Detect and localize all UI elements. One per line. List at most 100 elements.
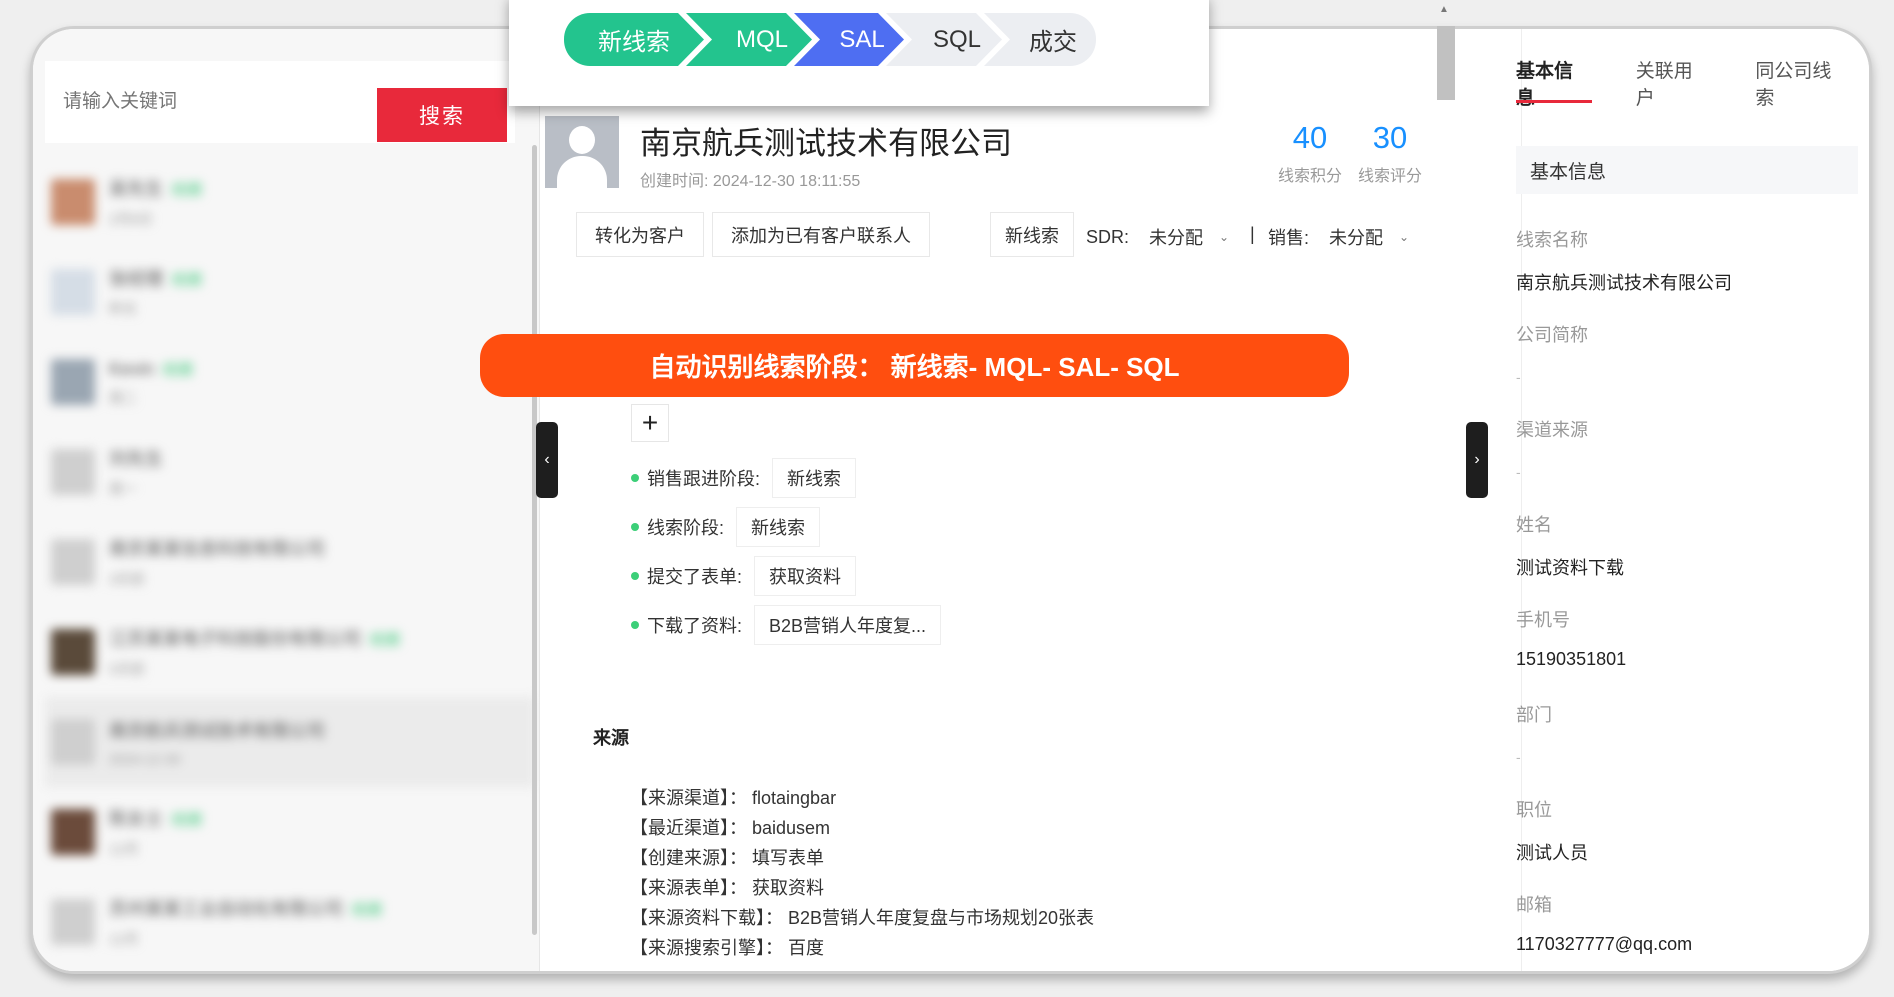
list-item-tag: 线索: [171, 182, 204, 199]
info-field-value: 1170327777@qq.com: [1516, 934, 1693, 954]
info-field-value: 测试人员: [1516, 843, 1588, 863]
info-field-value: 南京航兵测试技术有限公司: [1516, 273, 1732, 293]
list-item-sub: 周二: [109, 390, 137, 406]
info-field-label: 邮箱: [1516, 895, 1552, 915]
list-item-sub: 周一: [109, 481, 137, 497]
sdr-assign[interactable]: SDR: 未分配 ⌄: [1086, 224, 1229, 250]
lead-field: 线索阶段: 新线索: [631, 507, 821, 547]
scroll-up-arrow-icon[interactable]: ▲: [1439, 4, 1449, 15]
bullet-dot: [631, 621, 639, 629]
avatar: [51, 269, 95, 315]
avatar: [51, 359, 95, 405]
info-field-value: -: [1516, 369, 1521, 385]
detail-scrollbar[interactable]: [1437, 26, 1455, 100]
bullet-dot: [631, 572, 639, 580]
list-item[interactable]: 吴先生 线索 2月8日: [45, 157, 535, 247]
list-item[interactable]: 陈女士 线索 12月: [45, 787, 535, 877]
list-item[interactable]: 刘先生 周一: [45, 427, 535, 517]
list-item-tag: 线索: [351, 902, 384, 919]
add-as-contact-button[interactable]: 添加为已有客户联系人: [712, 212, 930, 257]
list-item-sub: 12月: [109, 931, 139, 947]
list-item[interactable]: 江苏某某电子科技股份有限公司 线索 5天前: [45, 607, 535, 697]
tab-1[interactable]: 关联用户: [1636, 56, 1712, 110]
stage-pipeline-card: 新线索 MQL SAL SQL 成交: [509, 0, 1209, 106]
company-avatar: [545, 116, 619, 188]
lead-rating-value: 30: [1372, 120, 1408, 155]
tab-2[interactable]: 同公司线索: [1755, 56, 1850, 110]
sales-label: 销售:: [1268, 228, 1310, 248]
collapse-right-chevron-icon[interactable]: ›: [1466, 422, 1488, 498]
avatar: [51, 809, 95, 855]
bullet-dot: [631, 523, 639, 531]
lead-field-label: 销售跟进阶段:: [647, 469, 761, 489]
lead-rating: 30 线索评分: [1358, 120, 1422, 186]
stage-step[interactable]: 新线索: [564, 13, 704, 66]
search-bar: 搜索: [45, 61, 515, 143]
info-field-label: 职位: [1516, 800, 1552, 820]
list-item[interactable]: 张经理 线索昨天: [45, 247, 535, 337]
chevron-down-icon: ⌄: [1219, 230, 1230, 244]
info-field-value: 15190351801: [1516, 649, 1627, 669]
convert-to-customer-button[interactable]: 转化为客户: [576, 212, 704, 257]
sdr-label: SDR:: [1086, 226, 1130, 247]
lead-field-tag[interactable]: 获取资料: [754, 556, 857, 596]
lead-field-label: 线索阶段:: [647, 518, 725, 538]
info-field-label: 渠道来源: [1516, 420, 1588, 440]
info-field-value: -: [1516, 749, 1521, 765]
list-item-name: Kevin: [109, 359, 155, 379]
sales-value: 未分配: [1329, 228, 1384, 248]
add-tag-button[interactable]: +: [631, 404, 669, 442]
source-line: 【来源资料下载】： B2B营销人年度复盘与市场规划20张表: [630, 908, 1095, 928]
lead-field: 提交了表单: 获取资料: [631, 556, 857, 596]
list-item-tag: 线索: [171, 812, 204, 829]
list-item-name: 张经理: [109, 269, 163, 289]
info-field-label: 线索名称: [1516, 230, 1588, 250]
active-tab-indicator: [1516, 100, 1592, 103]
action-buttons: 转化为客户 添加为已有客户联系人: [576, 212, 930, 257]
lead-field: 销售跟进阶段: 新线索: [631, 458, 857, 498]
list-item-tag: 线索: [171, 272, 204, 289]
lead-points-value: 40: [1292, 120, 1328, 155]
source-line: 【来源搜索引擎】： 百度: [630, 938, 824, 958]
left-scrollbar[interactable]: [532, 145, 537, 935]
stage-step[interactable]: MQL: [686, 13, 812, 66]
lead-field: 下载了资料: B2B营销人年度复...: [631, 605, 942, 645]
list-item-name: 南京某某信息科技有限公司: [109, 539, 325, 559]
list-item-sub: 2月8日: [109, 211, 153, 227]
avatar: [51, 719, 95, 765]
list-item-sub: 12月: [109, 841, 139, 857]
info-field-value: 测试资料下载: [1516, 558, 1624, 578]
lead-field-tag[interactable]: B2B营销人年度复...: [754, 605, 942, 645]
stage-pipeline: 新线索 MQL SAL SQL 成交: [564, 13, 1096, 66]
collapse-left-chevron-icon[interactable]: ‹: [536, 422, 558, 498]
stage-badge[interactable]: 新线索: [990, 212, 1074, 257]
list-item-tag: 线索: [162, 362, 195, 379]
lead-field-tag[interactable]: 新线索: [736, 507, 821, 547]
list-item[interactable]: 南京航兵测试技术有限公司 2024-12-30: [45, 697, 535, 787]
lead-field-tag[interactable]: 新线索: [772, 458, 857, 498]
divider: |: [1250, 224, 1255, 244]
list-item[interactable]: 南京某某信息科技有限公司 3天前: [45, 517, 535, 607]
list-item-sub: 3天前: [109, 571, 145, 587]
source-line: 【来源渠道】： flotaingbar: [630, 788, 837, 808]
search-input[interactable]: [45, 61, 365, 143]
list-item-sub: 2024-12-30: [109, 751, 181, 767]
lead-list: 吴先生 线索 2月8日 张经理 线索 昨天 Kevin 线索 周二 刘先生 周一 南京某某信息科技有限…: [45, 157, 535, 967]
lead-field-label: 下载了资料:: [647, 616, 743, 636]
info-field-label: 姓名: [1516, 515, 1552, 535]
avatar: [51, 449, 95, 495]
source-title: 来源: [593, 728, 629, 748]
list-item[interactable]: Kevin 线索周二: [45, 337, 535, 427]
list-item-name: 吴先生: [109, 179, 163, 199]
list-item-name: 苏州某某工业自动化有限公司: [109, 899, 343, 919]
list-item-sub: 5天前: [109, 661, 145, 677]
sales-assign[interactable]: 销售: 未分配 ⌄: [1268, 224, 1409, 250]
avatar: [51, 179, 95, 225]
sdr-value: 未分配: [1149, 228, 1204, 248]
info-field-label: 公司简称: [1516, 325, 1588, 345]
search-button[interactable]: 搜索: [377, 88, 507, 142]
created-time: 创建时间: 2024-12-30 18:11:55: [640, 173, 861, 190]
list-item[interactable]: 苏州某某工业自动化有限公司 线索 12月: [45, 877, 535, 967]
list-item-sub: 昨天: [109, 301, 137, 317]
company-name: 南京航兵测试技术有限公司: [640, 126, 1012, 161]
